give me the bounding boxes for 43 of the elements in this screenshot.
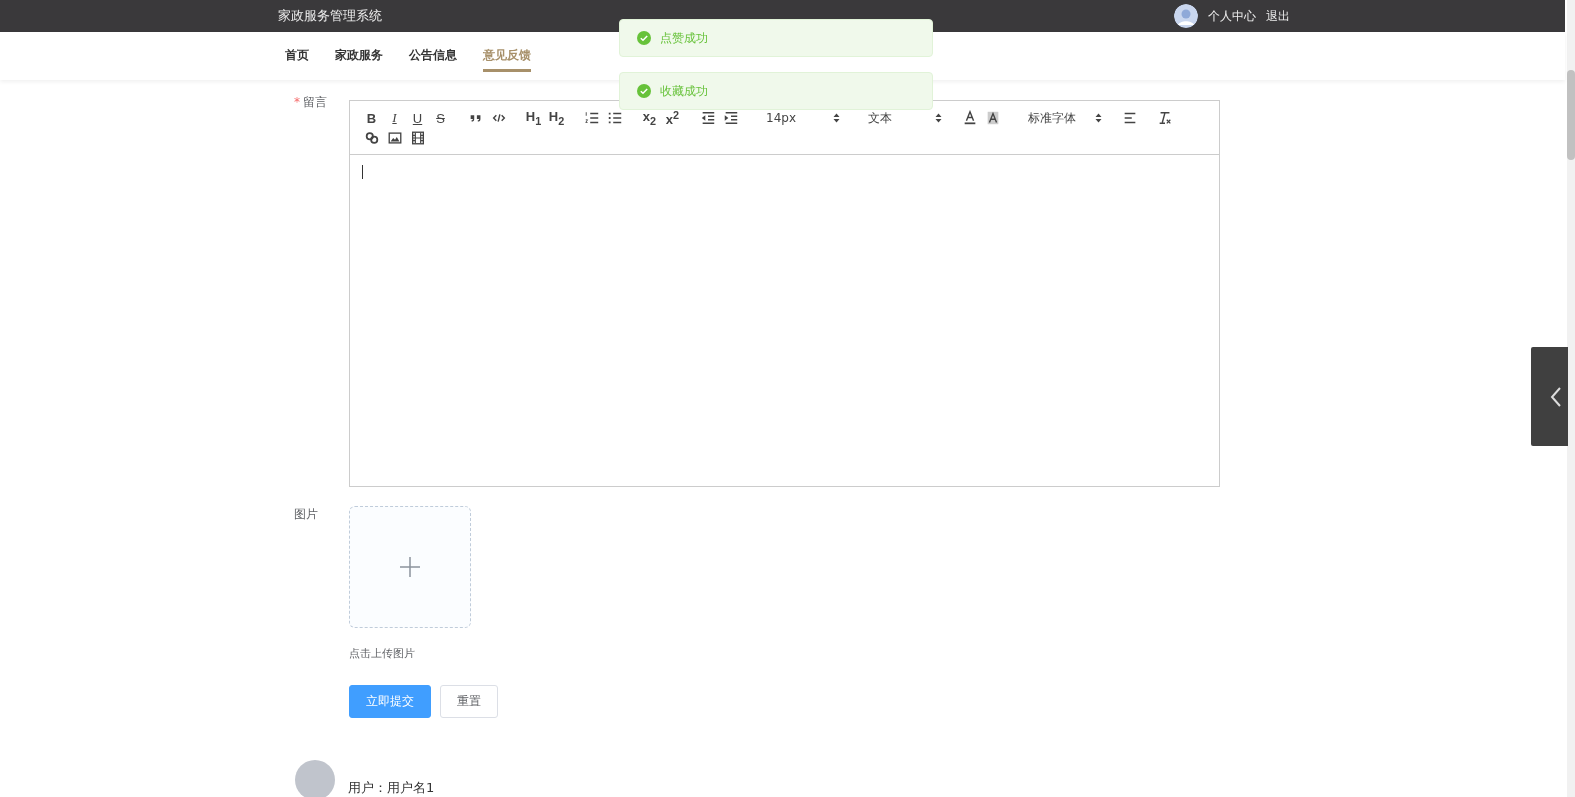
comment-user: 用户：用户名1 [348,779,435,797]
field-label: 留言 [303,95,327,109]
dropdown-arrows-icon [935,113,942,123]
link-icon[interactable] [363,130,380,146]
dropdown-arrows-icon [833,113,840,123]
image-icon[interactable] [386,130,403,146]
format-button[interactable]: I [383,108,406,128]
toolbar-dropdown[interactable]: 14px [762,111,844,125]
format-button[interactable]: x$_{2}$ [638,108,661,128]
scrollbar[interactable] [1567,0,1575,797]
user-avatar-icon[interactable] [1174,4,1198,28]
chevron-left-icon [1550,385,1562,408]
nav-tab[interactable]: 家政服务 [335,47,383,72]
format-button[interactable]: S [429,108,452,128]
site-title: 家政服务管理系统 [278,7,382,25]
nav-tab[interactable]: 公告信息 [409,47,457,72]
toolbar-dropdown[interactable]: 文本 [864,109,946,127]
required-mark: * [294,95,300,109]
field-label: 图片 [294,507,318,521]
dropdown-arrows-icon [1095,113,1102,123]
nav-tab[interactable]: 首页 [285,47,309,72]
upload-hint: 点击上传图片 [349,646,416,661]
ordered-list-icon[interactable] [583,110,600,126]
bullet-list-icon[interactable] [606,110,623,126]
plus-icon [400,557,420,577]
format-button[interactable]: U [406,108,429,128]
side-panel-toggle[interactable] [1531,347,1568,446]
header-link[interactable]: 退出 [1266,7,1290,25]
check-circle-icon [637,84,651,98]
film-icon[interactable] [409,130,426,146]
toolbar-dropdown[interactable]: 标准字体 [1024,109,1106,127]
check-circle-icon [637,31,651,45]
format-button[interactable]: x$^{2}$ [661,108,684,128]
comment-avatar [295,760,335,797]
outdent-icon[interactable] [699,110,716,126]
format-button[interactable]: H$_{1}$ [522,108,545,128]
toast-message: 收藏成功 [660,82,708,100]
header-link[interactable]: 个人中心 [1208,7,1256,25]
format-button[interactable]: B [360,108,383,128]
format-button[interactable]: H$_{2}$ [545,108,568,128]
indent-icon[interactable] [722,110,739,126]
toast-message: 点赞成功 [660,29,708,47]
form-button[interactable]: 重置 [440,685,498,718]
